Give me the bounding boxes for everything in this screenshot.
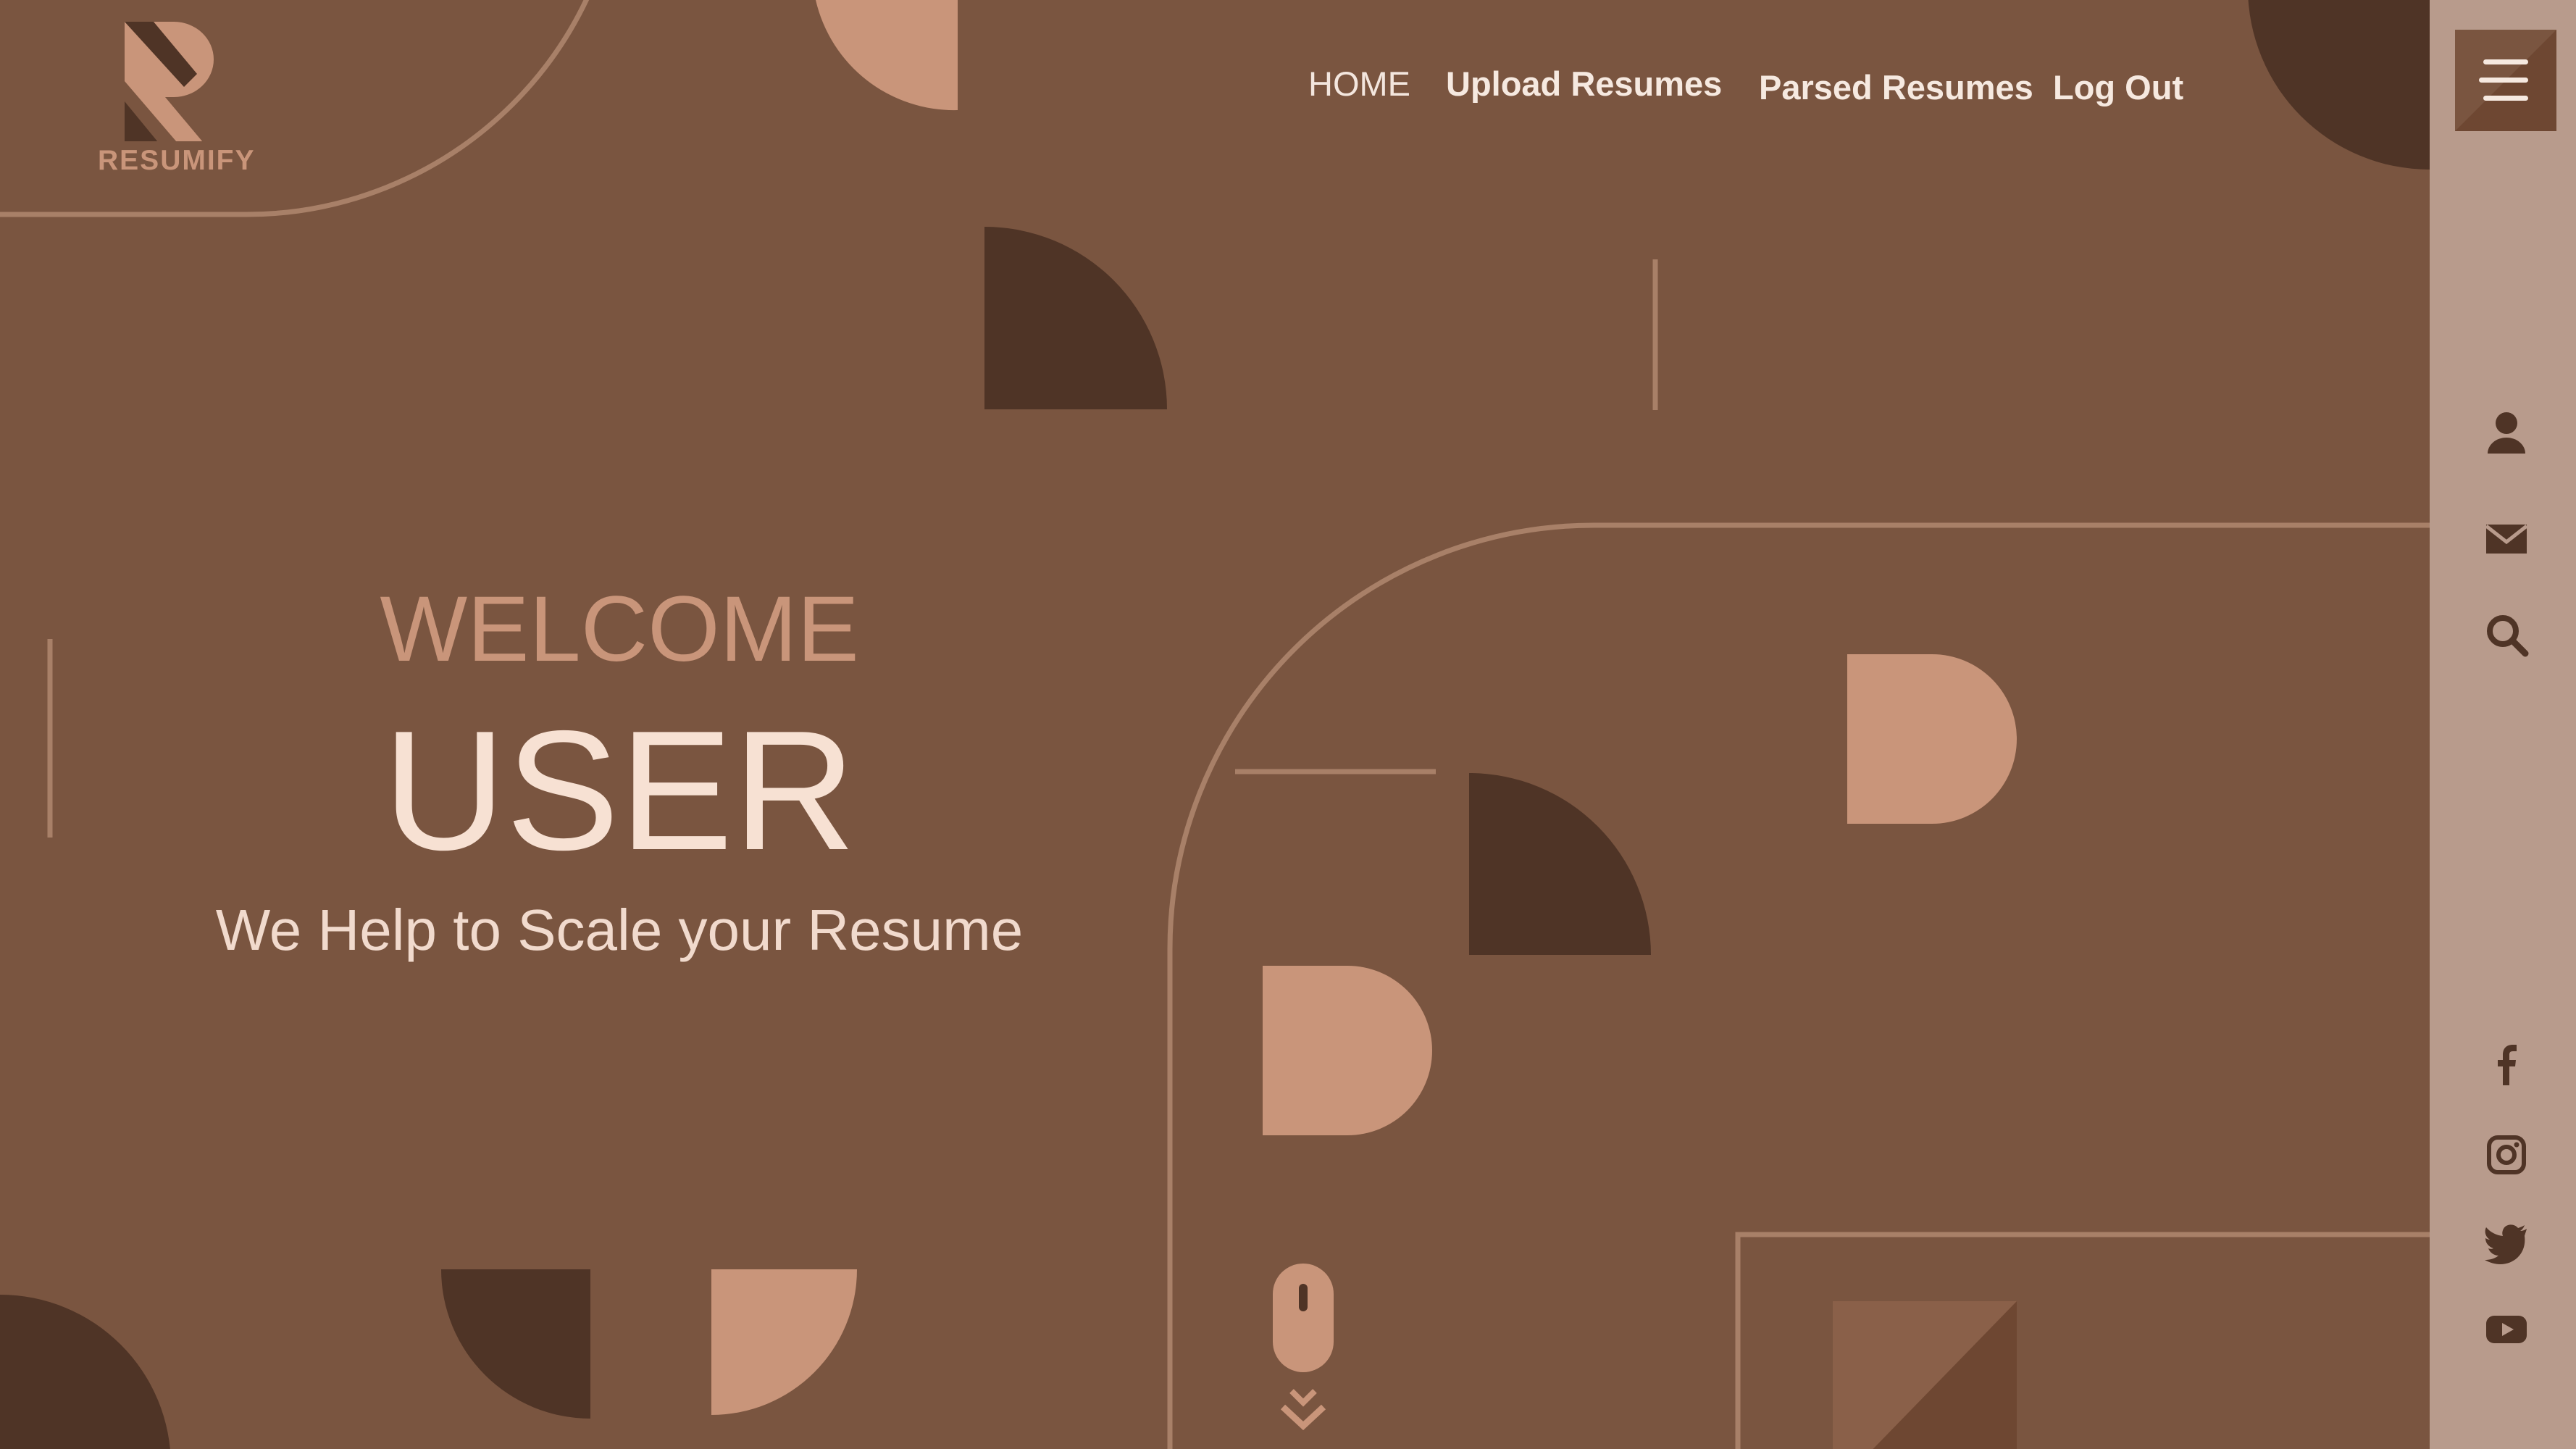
- facebook-icon[interactable]: [2479, 1037, 2534, 1093]
- user-heading: USER: [382, 695, 856, 885]
- brand-name[interactable]: RESUMIFY: [98, 145, 256, 177]
- user-icon[interactable]: [2479, 407, 2534, 462]
- mail-icon[interactable]: [2479, 511, 2534, 567]
- landing-page: RESUMIFY HOME Upload Resumes Parsed Resu…: [0, 0, 2576, 1449]
- tagline: We Help to Scale your Resume: [215, 898, 1024, 962]
- twitter-icon[interactable]: [2479, 1214, 2534, 1269]
- nav-log-out-link[interactable]: Log Out: [2053, 67, 2183, 107]
- menu-button[interactable]: [2455, 30, 2556, 131]
- welcome-heading: WELCOME: [380, 577, 859, 681]
- nav-parsed-resumes-link[interactable]: Parsed Resumes: [1759, 67, 2033, 107]
- mouse-scroll-icon[interactable]: [1267, 1262, 1339, 1436]
- youtube-icon[interactable]: [2479, 1301, 2534, 1356]
- nav-upload-resumes-link[interactable]: Upload Resumes: [1446, 64, 1722, 104]
- resumify-r-logo-icon[interactable]: [116, 14, 232, 141]
- nav-home-link[interactable]: HOME: [1308, 64, 1410, 104]
- instagram-icon[interactable]: [2479, 1127, 2534, 1182]
- search-icon[interactable]: [2479, 607, 2534, 662]
- hamburger-menu-icon: [2455, 30, 2556, 131]
